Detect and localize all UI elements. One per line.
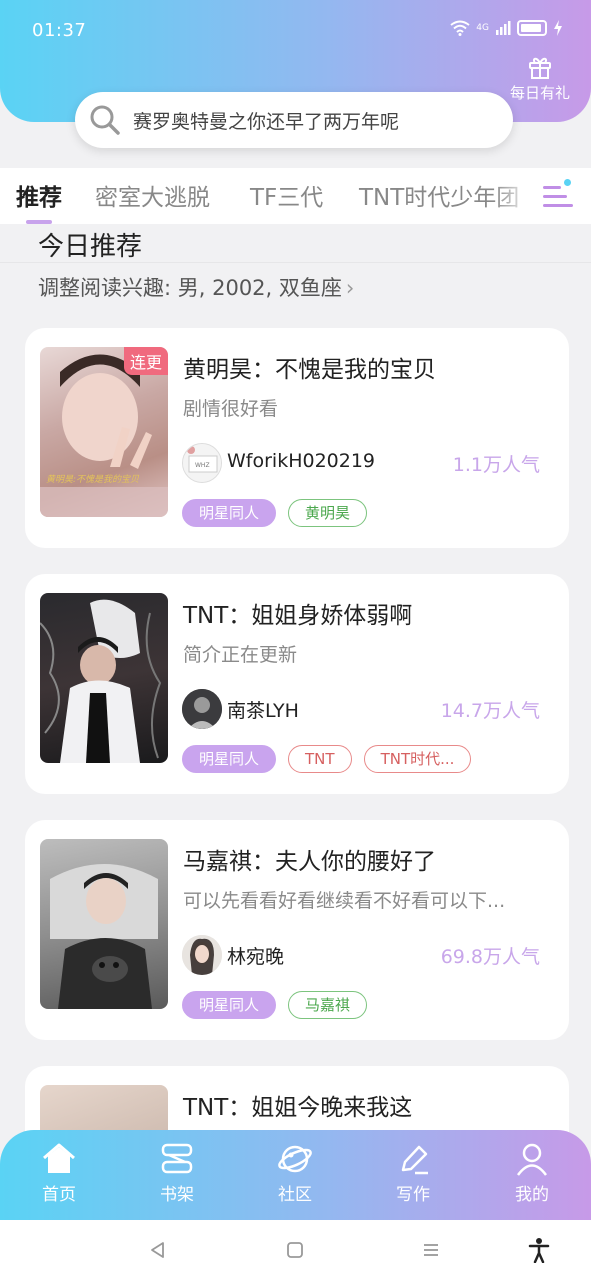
nav-label: 书架 (160, 1185, 194, 1205)
book-card[interactable]: 马嘉祺：夫人你的腰好了 可以先看看好看继续看不好看可以下... 林宛晚 69.8… (25, 820, 569, 1040)
popularity-count: 69.8万人气 (440, 946, 540, 968)
svg-text:WHZ: WHZ (195, 462, 210, 469)
nav-community[interactable]: 社区 (255, 1142, 335, 1205)
battery-icon (517, 20, 547, 36)
charging-icon (554, 20, 562, 36)
book-title[interactable]: TNT：姐姐今晚来我这 (183, 1088, 412, 1122)
system-navigation-bar (0, 1220, 591, 1280)
nav-bookshelf[interactable]: 书架 (137, 1142, 217, 1205)
search-query: 赛罗奥特曼之你还早了两万年呢 (133, 110, 400, 133)
back-icon[interactable] (144, 1238, 172, 1262)
accessibility-icon[interactable] (525, 1238, 553, 1263)
svg-text:黄明昊:不愧是我的宝贝: 黄明昊:不愧是我的宝贝 (46, 474, 140, 485)
tab-escape-room[interactable]: 密室大逃脱 (95, 178, 210, 212)
tab-menu-icon[interactable] (533, 176, 575, 216)
avatar[interactable] (182, 935, 222, 975)
search-icon (85, 100, 125, 140)
book-cover[interactable] (40, 593, 168, 763)
active-tab-indicator (26, 220, 52, 224)
tag[interactable]: 黄明昊 (288, 499, 368, 527)
author-name[interactable]: 林宛晚 (227, 942, 284, 969)
home-icon (43, 1143, 75, 1173)
signal-icon (496, 21, 511, 35)
network-label: 4G (476, 23, 489, 33)
status-icons: 4G (450, 20, 563, 36)
adjust-interest-link[interactable]: 调整阅读兴趣: 男, 2002, 双鱼座 › (38, 272, 354, 302)
nav-label: 我的 (515, 1185, 549, 1205)
popularity-count: 14.7万人气 (440, 700, 540, 722)
tag[interactable]: 明星同人 (182, 499, 277, 527)
status-time: 01:37 (32, 20, 87, 41)
home-button-icon[interactable] (281, 1238, 309, 1262)
bookshelf-icon (161, 1143, 193, 1174)
book-description: 简介正在更新 (183, 644, 298, 666)
nav-label: 写作 (396, 1185, 430, 1205)
divider (0, 262, 591, 263)
gift-icon (529, 57, 551, 79)
nav-write[interactable]: 写作 (373, 1142, 453, 1205)
tab-recommend[interactable]: 推荐 (16, 178, 62, 212)
author-name[interactable]: 南茶LYH (227, 696, 299, 723)
gift-label: 每日有礼 (509, 84, 570, 102)
avatar[interactable]: WHZ (182, 443, 222, 483)
search-bar[interactable]: 赛罗奥特曼之你还早了两万年呢 (75, 92, 513, 148)
book-card[interactable]: TNT：姐姐身娇体弱啊 简介正在更新 南茶LYH 14.7万人气 明星同人 TN… (25, 574, 569, 794)
pen-icon (401, 1145, 428, 1175)
tab-tf-third-gen[interactable]: TF三代 (250, 178, 323, 212)
interest-text: 调整阅读兴趣: 男, 2002, 双鱼座 (38, 276, 342, 300)
daily-gift-button[interactable]: 每日有礼 (505, 54, 575, 103)
tag[interactable]: TNT时代... (363, 745, 472, 773)
book-title[interactable]: 马嘉祺：夫人你的腰好了 (183, 842, 436, 876)
book-description: 剧情很好看 (183, 398, 279, 420)
section-title: 今日推荐 (38, 232, 143, 262)
tag[interactable]: 明星同人 (182, 745, 277, 773)
planet-icon (278, 1145, 312, 1173)
nav-profile[interactable]: 我的 (492, 1142, 572, 1205)
user-icon (516, 1143, 548, 1176)
book-card[interactable]: 黄明昊:不愧是我的宝贝 连更 黄明昊：不愧是我的宝贝 剧情很好看 WHZ Wfo… (25, 328, 569, 548)
book-cover[interactable]: 黄明昊:不愧是我的宝贝 连更 (40, 347, 168, 517)
update-badge: 连更 (123, 347, 168, 375)
chevron-right-icon: › (345, 276, 355, 300)
category-tabs: 推荐 密室大逃脱 TF三代 TNT时代少年团 (0, 168, 591, 224)
tag[interactable]: TNT (288, 745, 352, 773)
book-title[interactable]: TNT：姐姐身娇体弱啊 (183, 596, 412, 630)
nav-label: 首页 (42, 1185, 76, 1205)
tag[interactable]: 明星同人 (182, 991, 277, 1019)
nav-home[interactable]: 首页 (19, 1142, 99, 1205)
recent-apps-icon[interactable] (417, 1238, 445, 1262)
bottom-navigation: 首页 书架 社区 写作 我的 (0, 1130, 591, 1220)
book-cover[interactable] (40, 839, 168, 1009)
avatar[interactable] (182, 689, 222, 729)
book-description: 可以先看看好看继续看不好看可以下... (183, 890, 506, 912)
book-title[interactable]: 黄明昊：不愧是我的宝贝 (183, 350, 436, 384)
tag[interactable]: 马嘉祺 (288, 991, 368, 1019)
wifi-icon (450, 20, 470, 36)
nav-label: 社区 (278, 1185, 312, 1205)
author-name[interactable]: WforikH020219 (227, 450, 375, 472)
popularity-count: 1.1万人气 (452, 454, 540, 476)
